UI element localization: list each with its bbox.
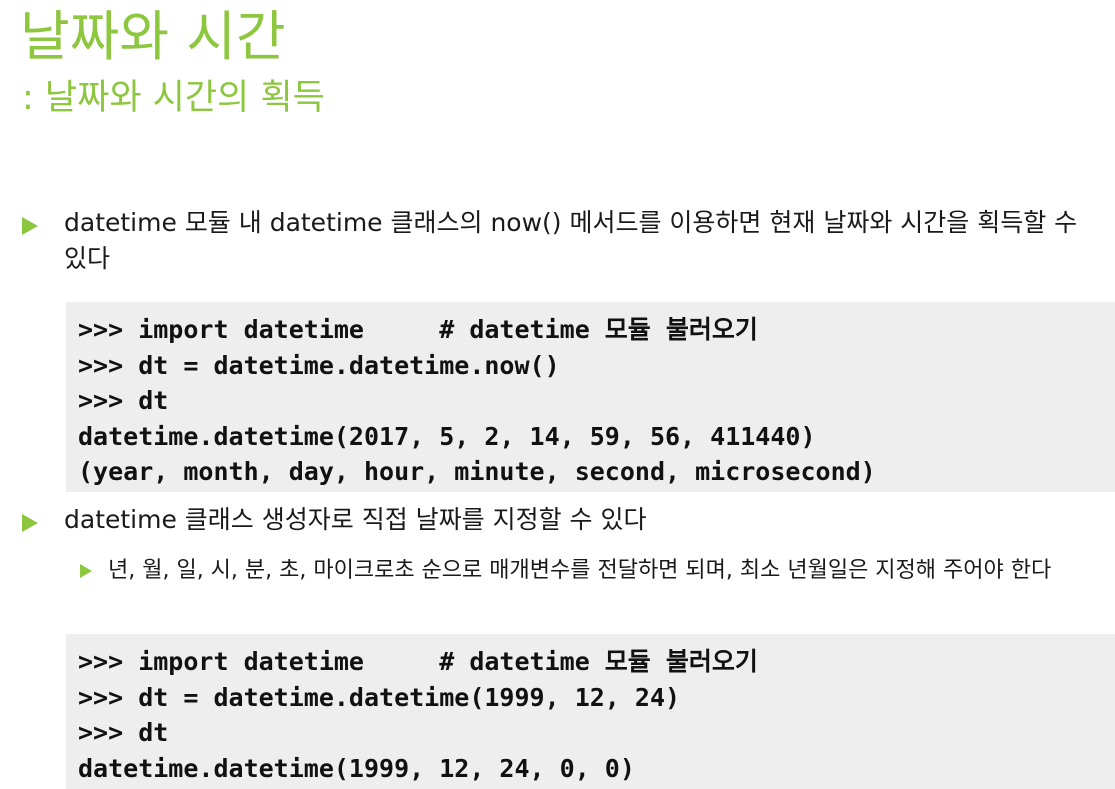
- sub-bullet-params: 년, 월, 일, 시, 분, 초, 마이크로초 순으로 매개변수를 전달하면 되…: [80, 556, 1110, 586]
- bullet-text: datetime 클래스 생성자로 직접 날짜를 지정할 수 있다: [64, 505, 647, 534]
- code-line: datetime.datetime(1999, 12, 24, 0, 0): [78, 753, 635, 783]
- sub-bullet-text: 년, 월, 일, 시, 분, 초, 마이크로초 순으로 매개변수를 전달하면 되…: [108, 558, 1052, 583]
- triangle-bullet-icon: [22, 217, 38, 235]
- slide-subtitle: : 날짜와 시간의 획득: [22, 78, 325, 118]
- code-line: (year, month, day, hour, minute, second,…: [78, 457, 876, 486]
- triangle-bullet-icon: [80, 564, 92, 578]
- code-line: >>> dt: [78, 386, 169, 415]
- code-line: >>> import datetime # datetime 모듈 불러오기: [78, 647, 758, 676]
- code-line: >>> dt = datetime.datetime.now(): [78, 350, 560, 380]
- slide-title: 날짜와 시간: [20, 5, 286, 68]
- code-line: >>> dt: [78, 718, 169, 747]
- bullet-constructor: datetime 클래스 생성자로 직접 날짜를 지정할 수 있다: [22, 502, 1107, 538]
- bullet-now-method: datetime 모듈 내 datetime 클래스의 now() 메서드를 이…: [22, 205, 1107, 277]
- triangle-bullet-icon: [22, 514, 38, 532]
- code-line: >>> dt = datetime.datetime(1999, 12, 24): [78, 682, 681, 712]
- code-line: >>> import datetime # datetime 모듈 불러오기: [78, 315, 758, 344]
- code-block-constructor: >>> import datetime # datetime 모듈 불러오기 >…: [66, 634, 1115, 789]
- code-block-now: >>> import datetime # datetime 모듈 불러오기 >…: [66, 302, 1115, 492]
- code-line: datetime.datetime(2017, 5, 2, 14, 59, 56…: [78, 421, 816, 451]
- bullet-text: datetime 모듈 내 datetime 클래스의 now() 메서드를 이…: [64, 208, 1078, 273]
